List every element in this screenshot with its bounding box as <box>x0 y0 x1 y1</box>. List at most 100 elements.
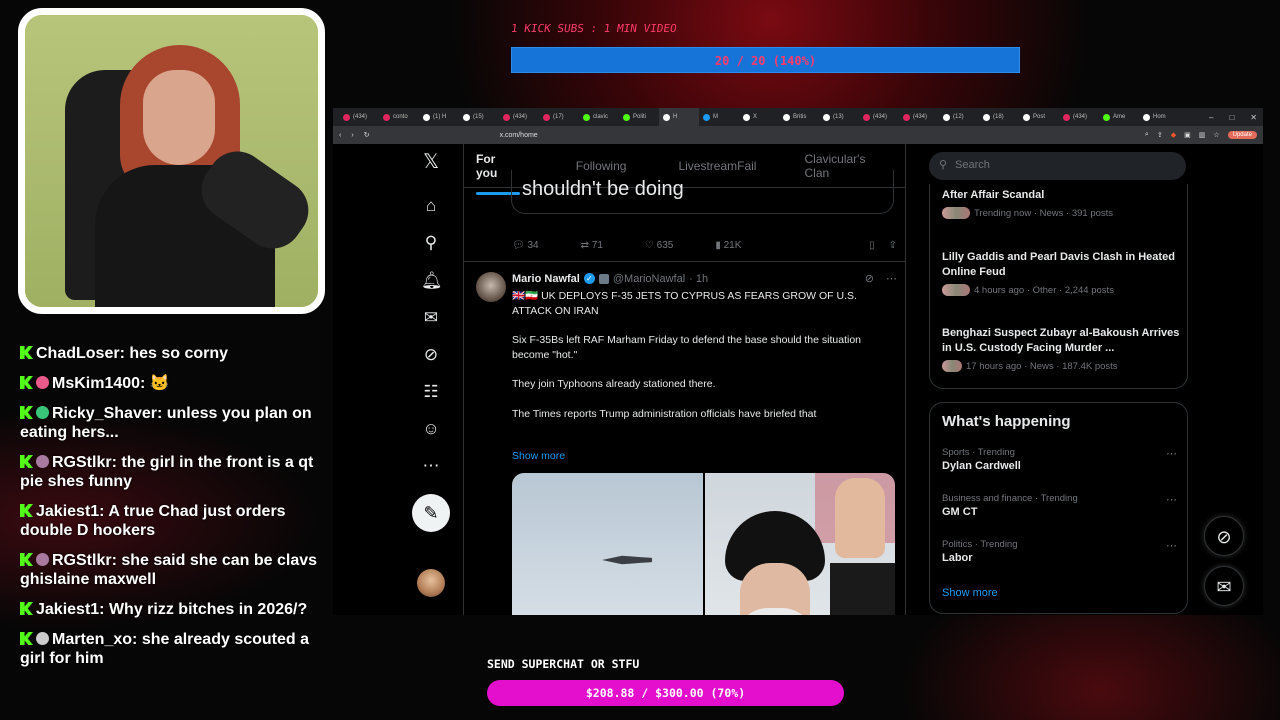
extensions-icon[interactable]: ▣ <box>1184 131 1191 139</box>
browser-tab[interactable]: (1) H <box>419 108 459 126</box>
chat-username[interactable]: RGStlkr <box>52 552 112 569</box>
search-placeholder: Search <box>955 159 990 171</box>
post-text: 🇬🇧🇮🇷 UK DEPLOYS F-35 JETS TO CYPRUS AS F… <box>512 289 897 436</box>
browser-tab[interactable]: (13) <box>819 108 859 126</box>
news-item[interactable]: After Affair Scandal Trending now · News… <box>942 188 1182 219</box>
grok-post-icon[interactable]: ⊘ <box>865 272 874 285</box>
update-button[interactable]: Update <box>1227 131 1257 139</box>
lists-icon[interactable]: ☷ <box>421 382 441 402</box>
zoom-icon[interactable]: ⌕ <box>1145 131 1149 139</box>
browser-tab[interactable]: (15) <box>459 108 499 126</box>
account-avatar[interactable] <box>417 569 445 597</box>
close-icon[interactable]: ✕ <box>1250 113 1257 122</box>
kick-icon <box>20 602 33 615</box>
messages-icon[interactable]: ✉ <box>421 308 441 328</box>
browser-tab[interactable]: Hom <box>1139 108 1179 126</box>
portrait-image[interactable] <box>704 473 895 615</box>
url-field[interactable]: x.com/home <box>500 132 538 139</box>
tab-label: Britis <box>793 114 807 120</box>
grok-fab-icon[interactable]: ⊘ <box>1204 516 1244 556</box>
browser-tab[interactable]: Politi <box>619 108 659 126</box>
share-post-icon[interactable]: ⇪ <box>889 240 897 251</box>
browser-tab[interactable]: conto <box>379 108 419 126</box>
browser-tab[interactable]: (434) <box>339 108 379 126</box>
sidebar-icon[interactable]: ▥ <box>1199 131 1206 139</box>
news-item[interactable]: Lilly Gaddis and Pearl Davis Clash in He… <box>942 250 1182 296</box>
post-author-handle[interactable]: @MarioNawfal <box>613 273 685 285</box>
brave-shield-icon[interactable]: ◆ <box>1171 131 1176 139</box>
messages-fab-icon[interactable]: ✉ <box>1204 566 1244 606</box>
browser-tab[interactable]: clavic <box>579 108 619 126</box>
compose-post-button[interactable]: ✎ <box>412 494 450 532</box>
search-icon[interactable]: ⚲ <box>421 233 441 253</box>
post-more-icon[interactable]: ⋯ <box>886 272 897 285</box>
trend-item[interactable]: Sports · Trending Dylan Cardwell ⋯ <box>942 447 1177 472</box>
chat-username[interactable]: Marten_xo <box>52 631 132 648</box>
grok-icon[interactable]: ⊘ <box>421 345 441 365</box>
more-icon[interactable]: ⋯ <box>421 456 441 476</box>
browser-tab[interactable]: M <box>699 108 739 126</box>
tab-label: (12) <box>953 114 964 120</box>
chat-username[interactable]: Jakiest1 <box>36 601 99 618</box>
trend-item[interactable]: Business and finance · Trending GM CT ⋯ <box>942 493 1177 518</box>
home-icon[interactable]: ⌂ <box>421 196 441 216</box>
browser-tab[interactable]: H <box>659 108 699 126</box>
news-title: Benghazi Suspect Zubayr al-Bakoush Arriv… <box>942 327 1180 354</box>
browser-tab[interactable]: Britis <box>779 108 819 126</box>
chat-username[interactable]: RGStlkr <box>52 454 112 471</box>
like-button[interactable]: ♡ 635 <box>645 240 673 251</box>
browser-tab[interactable]: (18) <box>979 108 1019 126</box>
browser-tab[interactable]: (434) <box>899 108 939 126</box>
chat-username[interactable]: ChadLoser <box>36 345 120 362</box>
browser-tab[interactable]: (434) <box>859 108 899 126</box>
minimize-icon[interactable]: – <box>1209 113 1213 122</box>
browser-tab[interactable]: Post <box>1019 108 1059 126</box>
post-author-avatar[interactable] <box>476 272 506 302</box>
bookmark-icon[interactable]: ▯ <box>869 240 875 251</box>
browser-tab[interactable]: (17) <box>539 108 579 126</box>
share-icon[interactable]: ⇪ <box>1157 131 1163 139</box>
reply-button[interactable]: 💬︎ 34 <box>512 240 539 251</box>
trend-more-icon[interactable]: ⋯ <box>1166 539 1177 552</box>
browser-tab[interactable]: X <box>739 108 779 126</box>
chat-message: ChadLoser: hes so corny <box>20 344 320 363</box>
news-item[interactable]: Benghazi Suspect Zubayr al-Bakoush Arriv… <box>942 326 1182 372</box>
post-time[interactable]: · 1h <box>689 273 708 285</box>
bookmarks-icon[interactable]: ☆ <box>1213 131 1219 139</box>
views-button[interactable]: ▮ 21K <box>715 240 741 251</box>
search-input[interactable]: ⚲ Search <box>929 152 1186 180</box>
trend-more-icon[interactable]: ⋯ <box>1166 447 1177 460</box>
browser-tab[interactable]: Ame <box>1099 108 1139 126</box>
back-icon[interactable]: ‹ <box>339 132 341 139</box>
show-more-trends-link[interactable]: Show more <box>942 587 998 599</box>
repost-button[interactable]: ⇄ 71 <box>581 240 603 251</box>
profile-icon[interactable]: ☺ <box>421 419 441 439</box>
user-badge-icon <box>36 632 49 645</box>
maximize-icon[interactable]: □ <box>1229 113 1234 122</box>
chat-username[interactable]: Jakiest1 <box>36 503 99 520</box>
trend-item[interactable]: Politics · Trending Labor ⋯ <box>942 539 1177 564</box>
show-more-link[interactable]: Show more <box>512 450 565 462</box>
tab-favicon-icon <box>1063 113 1070 121</box>
subs-goal-progress-text: 20 / 20 (140%) <box>714 54 817 68</box>
chat-text: Why rizz bitches in 2026/? <box>108 601 308 618</box>
x-logo-icon[interactable]: 𝕏 <box>421 152 441 172</box>
post-media[interactable] <box>512 473 895 615</box>
browser-tab[interactable]: (434) <box>499 108 539 126</box>
browser-tab[interactable]: (12) <box>939 108 979 126</box>
reload-icon[interactable]: ↻ <box>364 131 370 139</box>
tab-favicon-icon <box>703 113 710 121</box>
notifications-icon[interactable]: 🔔︎ <box>421 271 443 291</box>
browser-tab-bar: (434) conto (1) H (15) (434) (17) clavic Poli… <box>333 108 1263 126</box>
quoted-post[interactable]: shouldn't be doing <box>511 170 894 214</box>
superchat-progress-bar: $208.88 / $300.00 (70%) <box>487 680 844 706</box>
chat-username[interactable]: MsKim1400 <box>52 375 140 392</box>
browser-tab[interactable]: (434) <box>1059 108 1099 126</box>
post-author-name[interactable]: Mario Nawfal <box>512 273 580 285</box>
tab-label: (17) <box>553 114 564 120</box>
fighter-jet-image[interactable] <box>512 473 703 615</box>
trend-more-icon[interactable]: ⋯ <box>1166 493 1177 506</box>
post-paragraph: Six F-35Bs left RAF Marham Friday to def… <box>512 334 862 361</box>
chat-username[interactable]: Ricky_Shaver <box>52 405 157 422</box>
forward-icon[interactable]: › <box>351 132 353 139</box>
